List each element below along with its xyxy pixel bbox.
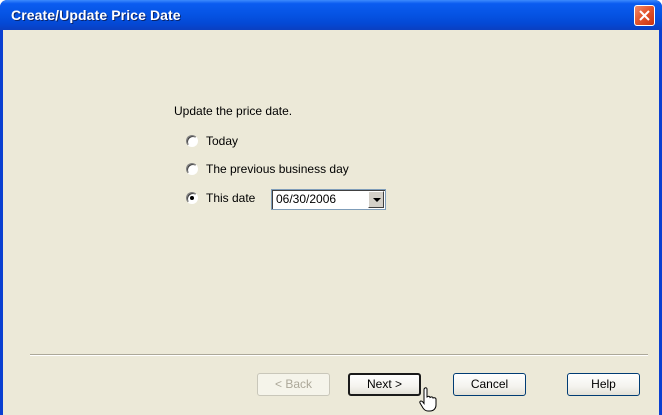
help-button[interactable]: Help: [567, 373, 640, 396]
hand-pointer-cursor-icon: [419, 387, 437, 412]
cancel-button[interactable]: Cancel: [453, 373, 526, 396]
dialog-window: Create/Update Price Date Update the pric…: [0, 0, 662, 415]
next-button[interactable]: Next >: [348, 373, 421, 396]
close-button[interactable]: [634, 5, 655, 26]
close-icon: [639, 10, 650, 21]
radio-label-this-date[interactable]: This date: [206, 191, 255, 205]
date-value[interactable]: 06/30/2006: [276, 192, 336, 206]
radio-button[interactable]: [186, 135, 198, 147]
date-dropdown-button[interactable]: [368, 191, 384, 208]
window-title: Create/Update Price Date: [11, 7, 181, 23]
dialog-body: Update the price date. Today The previou…: [3, 30, 659, 415]
radio-label-previous-business-day[interactable]: The previous business day: [206, 162, 349, 176]
radio-button[interactable]: [186, 163, 198, 175]
title-bar[interactable]: Create/Update Price Date: [0, 0, 662, 30]
date-combobox[interactable]: 06/30/2006: [271, 189, 386, 210]
radio-button-selected[interactable]: [186, 192, 198, 204]
prompt-label: Update the price date.: [174, 104, 293, 118]
button-separator: [30, 354, 648, 356]
chevron-down-icon: [373, 198, 381, 202]
radio-selected-dot: [190, 196, 194, 200]
back-button[interactable]: < Back: [257, 373, 330, 396]
radio-label-today[interactable]: Today: [206, 134, 238, 148]
